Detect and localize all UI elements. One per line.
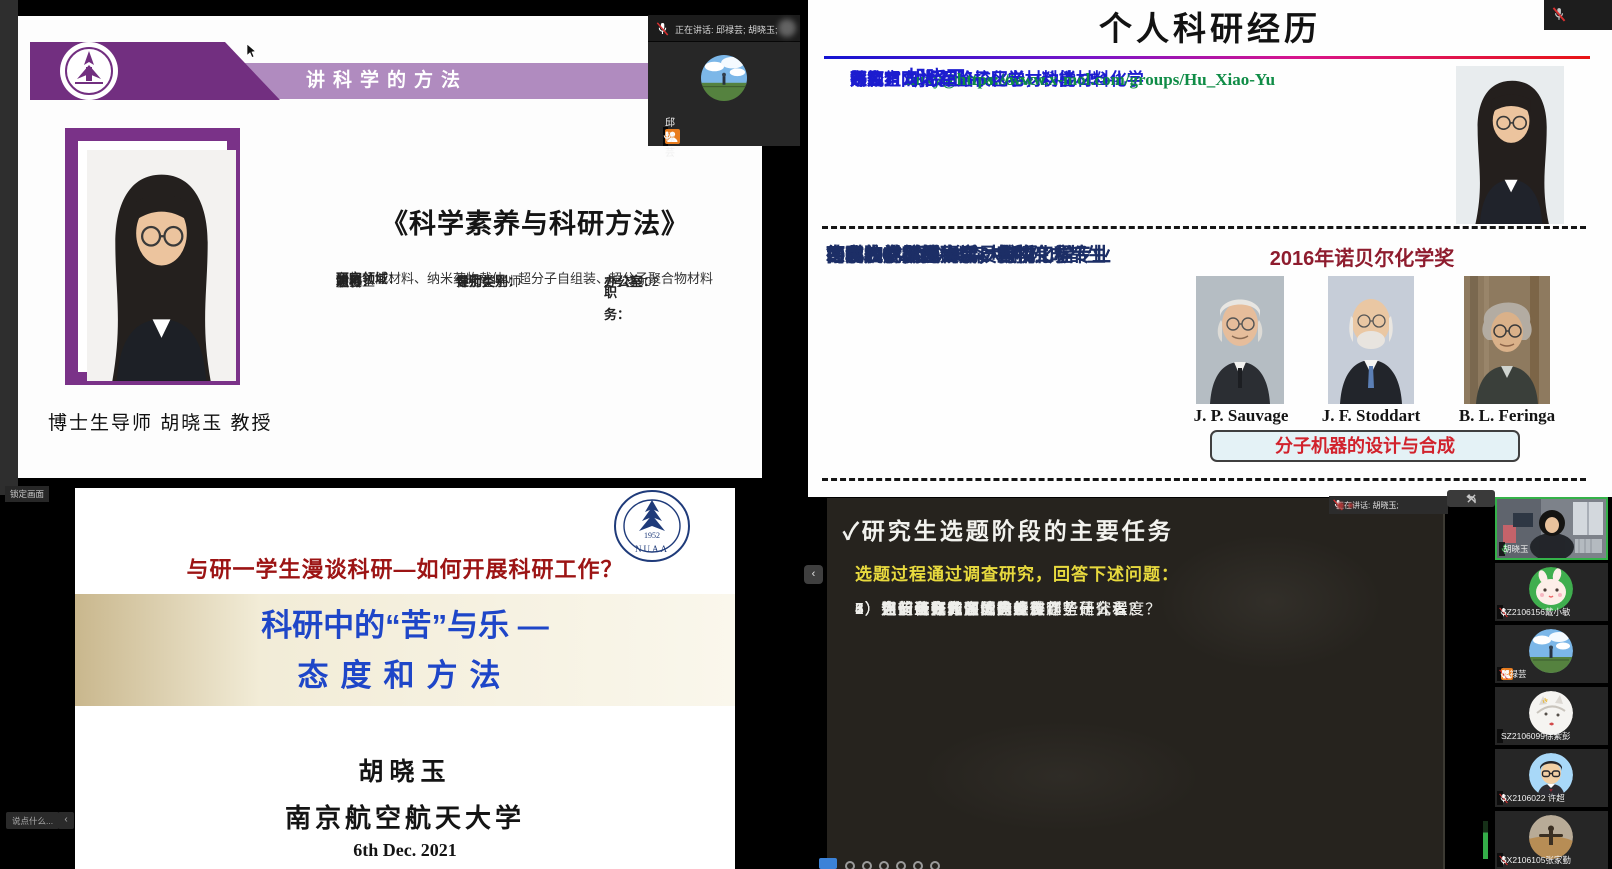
laureate-name: J. F. Stoddart — [1314, 406, 1428, 426]
blurred-indicator — [1348, 503, 1353, 508]
main-title-line2: 态度和方法 — [75, 650, 735, 695]
slide-bottom-left: 1952 NUAA 与研一学生漫谈科研—如何开展科研工作？ 科研中的“苦”与乐 … — [75, 488, 735, 869]
participant-tile[interactable]: SX2106105张家勤 — [1495, 811, 1608, 869]
pin-view-label: 锁定画面 — [5, 486, 49, 502]
chat-input[interactable]: 说点什么... — [6, 812, 59, 829]
participant-avatar — [1529, 691, 1573, 735]
field-label: 导师类别： — [456, 271, 521, 293]
meeting-screen: 讲科学的方法 — [0, 0, 1612, 869]
professor-caption: 博士生导师 胡晓玉 教授 — [48, 408, 273, 435]
mic-muted-icon — [1552, 7, 1566, 22]
participant-avatar — [1529, 629, 1573, 673]
participant-name-label: SX2106105张家勤 — [1497, 853, 1503, 867]
dashed-divider — [822, 478, 1586, 481]
professor-photo — [1456, 66, 1564, 224]
timeline-desc: 南京航空航天大学，教授 — [826, 240, 1035, 272]
title-band: 科研中的“苦”与乐 — 态度和方法 — [75, 594, 735, 706]
website-link[interactable]: https://www.x-mol.com/groups/Hu_Xiao-Yu — [957, 70, 1275, 89]
dashed-divider — [822, 226, 1586, 229]
college-logo-icon — [59, 41, 119, 101]
annotation-color-swatch[interactable] — [896, 861, 906, 869]
laureate-photo-stoddart — [1328, 276, 1414, 404]
gradient-divider — [824, 56, 1590, 59]
participant-name: 胡晓玉 — [1503, 543, 1529, 555]
laureate-photo-feringa — [1464, 276, 1550, 404]
speaking-status-bar-bottom: 正在讲话: 胡晓玉; — [1329, 496, 1448, 514]
participant-avatar — [701, 55, 747, 101]
participant-tile-video[interactable]: 胡晓玉 — [1495, 497, 1608, 560]
participant-tile[interactable]: SZ2106156戴小敏 — [1495, 563, 1608, 621]
participant-name: 邱禄芸 — [665, 114, 675, 159]
corner-speaking-overlay — [1544, 0, 1612, 30]
participant-name: SZ2106099徐紫彭 — [1501, 730, 1570, 742]
participant-avatar — [1529, 567, 1573, 611]
laureate-photo-sauvage — [1196, 276, 1284, 404]
main-title-line1: 科研中的“苦”与乐 — — [75, 600, 735, 645]
slide-bottom-right: ✓研究生选题阶段的主要任务 选题过程通过调查研究，回答下述问题： 1）在该研究方… — [827, 498, 1445, 869]
mouse-cursor — [246, 44, 257, 59]
annotation-color-swatch[interactable] — [913, 861, 923, 869]
participant-name: 邱禄芸 — [1501, 668, 1527, 680]
blurred-overlay — [778, 19, 796, 37]
slide-top-right: 个人科研经历 姓名： 胡晓玉 邮箱： huxy@nuaa.edu.cn 办公室：… — [808, 0, 1612, 497]
slide-title: 《科学素养与科研方法》 — [381, 202, 762, 241]
annotation-color-swatch[interactable] — [879, 861, 889, 869]
field-label: 办公室： — [604, 271, 656, 293]
field-label: 研究领域： — [336, 268, 401, 290]
participant-name: SZ2106156戴小敏 — [1501, 606, 1570, 618]
participant-tile[interactable]: SZ2106099徐紫彭 — [1495, 687, 1608, 745]
participant-name-label: 邱禄芸 — [663, 127, 668, 146]
slide-title: 个人科研经历 — [808, 2, 1612, 50]
chat-collapse-chevron-icon[interactable]: ‹ — [58, 812, 74, 829]
board-subtitle: 选题过程通过调查研究，回答下述问题： — [855, 560, 1179, 585]
logo-year: 1952 — [644, 531, 660, 540]
panel-collapse-chevron[interactable]: ‹ — [804, 565, 823, 584]
laureate-name: B. L. Feringa — [1454, 406, 1560, 426]
participant-avatar — [1529, 815, 1573, 859]
participant-avatar — [1529, 753, 1573, 797]
nobel-heading: 2016年诺贝尔化学奖 — [1206, 242, 1518, 271]
participant-tile[interactable]: SX2106022 许超 — [1495, 749, 1608, 807]
participant-name-label: SX2106022 许超 — [1497, 791, 1503, 805]
lecture-date: 6th Dec. 2021 — [75, 840, 735, 861]
floating-video-panel[interactable]: 正在讲话: 邱禄芸; 胡晓玉; 邱 — [648, 15, 800, 146]
blurred-indicator — [1337, 502, 1344, 509]
annotation-color-swatch[interactable] — [930, 861, 940, 869]
window-edge-strip — [0, 0, 18, 495]
participant-name: SX2106105张家勤 — [1501, 854, 1571, 866]
annotation-color-swatch[interactable] — [845, 861, 855, 869]
laureate-name: J. P. Sauvage — [1182, 406, 1300, 426]
speaking-status-text: 正在讲话: 邱禄芸; 胡晓玉; — [675, 23, 778, 36]
university-name: 南京航空航天大学 — [75, 798, 735, 835]
participant-name-label: 邱禄芸 — [1497, 667, 1503, 681]
contact-label: 课题组网站： — [850, 70, 952, 89]
career-timeline: 2004. 06西北农林科技大学，生物工程专业 2007. 06西北农林科技大学… — [826, 240, 1186, 468]
video-panel-toolbar — [1447, 490, 1495, 507]
professor-info-table: 姓名：胡晓玉 性别：女 职务： 职称：教授 导师类别：博士生导师 办公室：1号楼… — [336, 268, 762, 290]
participant-name: SX2106022 许超 — [1501, 792, 1565, 804]
nobel-topic-box: 分子机器的设计与合成 — [1210, 430, 1520, 462]
participant-name-label: 胡晓玉 — [1499, 542, 1505, 556]
mic-muted-icon — [656, 22, 669, 36]
annotation-tool-selected[interactable] — [819, 858, 837, 869]
annotation-color-swatch[interactable] — [862, 861, 872, 869]
volume-indicator-bar — [1483, 821, 1488, 859]
speaking-status-text: 正在讲话: 胡晓玉; — [1336, 500, 1399, 511]
participant-name-label: SZ2106099徐紫彭 — [1497, 729, 1503, 743]
participant-tile[interactable]: 邱禄芸 — [1495, 625, 1608, 683]
speaking-status-bar: 正在讲话: 邱禄芸; 胡晓玉; — [648, 15, 800, 42]
lecture-topic-title: 与研一学生漫谈科研—如何开展科研工作？ — [75, 552, 735, 584]
undo-arrow-icon[interactable] — [1465, 494, 1477, 504]
participant-name-label: SZ2106156戴小敏 — [1497, 605, 1503, 619]
professor-photo-framed — [65, 128, 240, 385]
slide-header-band: 讲科学的方法 — [214, 63, 668, 99]
question-item: 8）目前该研究领域的发展趋势是什么？ — [855, 596, 1145, 624]
author-name: 胡晓玉 — [75, 752, 735, 788]
board-title: ✓研究生选题阶段的主要任务 — [843, 512, 1174, 546]
